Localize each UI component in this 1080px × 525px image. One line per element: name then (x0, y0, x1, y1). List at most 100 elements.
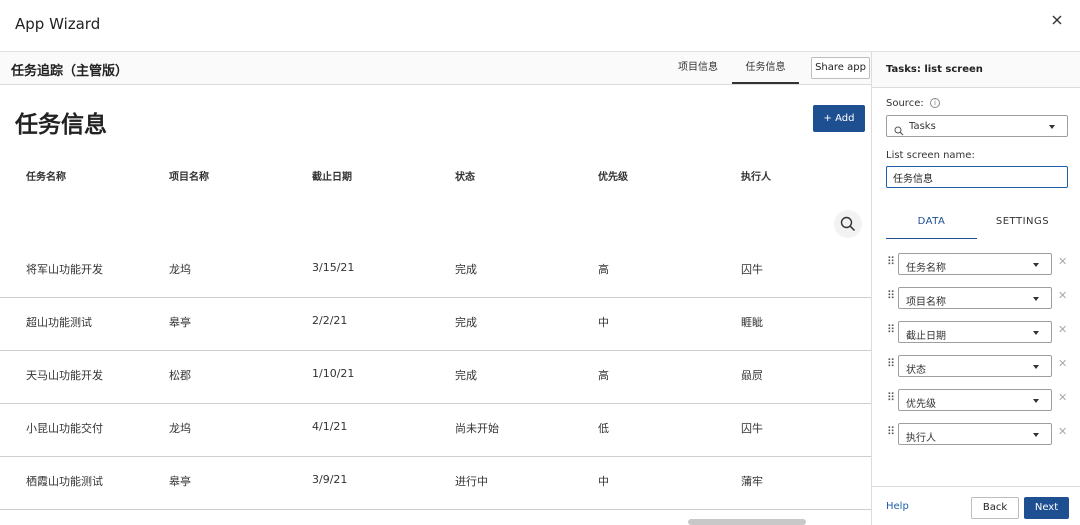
chevron-down-icon (1033, 399, 1039, 403)
list-screen-panel: Tasks: list screen Source: i Tasks List … (871, 52, 1080, 525)
table-row[interactable]: 将军山功能开发 龙坞 3/15/21 完成 高 囚牛 (0, 245, 871, 298)
field-row: ⠿ 执行人 ✕ (886, 422, 1080, 446)
field-select[interactable]: 任务名称 (898, 253, 1052, 275)
cell-assignee: 囚牛 (741, 263, 763, 276)
app-preview: 任务追踪（主管版） 项目信息 任务信息 Share app 任务信息 + Add… (0, 52, 871, 525)
cell-priority: 中 (598, 475, 609, 488)
cell-status: 完成 (455, 316, 477, 329)
column-header-priority[interactable]: 优先级 (598, 168, 628, 183)
source-value: Tasks (909, 121, 936, 132)
field-value: 任务名称 (906, 263, 946, 274)
chevron-down-icon (1033, 331, 1039, 335)
field-value: 截止日期 (906, 331, 946, 342)
column-header-project-name[interactable]: 项目名称 (169, 168, 209, 183)
field-value: 状态 (906, 365, 926, 376)
cell-task-name: 栖霞山功能测试 (26, 475, 103, 488)
horizontal-scrollbar[interactable] (688, 519, 806, 525)
tab-data[interactable]: DATA (886, 210, 977, 239)
search-icon[interactable] (834, 210, 862, 238)
cell-project-name: 皋亭 (169, 475, 191, 488)
wizard-titlebar: App Wizard (0, 0, 1080, 52)
drag-handle-icon[interactable]: ⠿ (887, 391, 895, 404)
column-header-assignee[interactable]: 执行人 (741, 168, 771, 183)
help-link[interactable]: Help (886, 501, 909, 512)
add-button[interactable]: + Add (813, 105, 865, 132)
field-select[interactable]: 项目名称 (898, 287, 1052, 309)
drag-handle-icon[interactable]: ⠿ (887, 255, 895, 268)
remove-icon[interactable]: ✕ (1058, 255, 1067, 268)
chevron-down-icon (1049, 125, 1055, 129)
field-select[interactable]: 优先级 (898, 389, 1052, 411)
page-title: 任务信息 (15, 112, 107, 138)
table-row[interactable]: 天马山功能开发 松郡 1/10/21 完成 高 赑屃 (0, 351, 871, 404)
cell-task-name: 天马山功能开发 (26, 369, 103, 382)
field-select[interactable]: 截止日期 (898, 321, 1052, 343)
cell-assignee: 睚眦 (741, 316, 763, 329)
cell-priority: 高 (598, 369, 609, 382)
cell-assignee: 赑屃 (741, 369, 763, 382)
cell-task-name: 超山功能测试 (26, 316, 92, 329)
cell-project-name: 皋亭 (169, 316, 191, 329)
cell-task-name: 将军山功能开发 (26, 263, 103, 276)
field-row: ⠿ 任务名称 ✕ (886, 252, 1080, 276)
app-header: 任务追踪（主管版） 项目信息 任务信息 Share app (0, 52, 871, 85)
list-screen-name-input[interactable] (886, 166, 1068, 188)
field-select[interactable]: 状态 (898, 355, 1052, 377)
list-screen-name-label: List screen name: (886, 150, 975, 161)
cell-task-name: 小昆山功能交付 (26, 422, 103, 435)
remove-icon[interactable]: ✕ (1058, 289, 1067, 302)
drag-handle-icon[interactable]: ⠿ (887, 357, 895, 370)
cell-status: 完成 (455, 369, 477, 382)
remove-icon[interactable]: ✕ (1058, 425, 1067, 438)
cell-priority: 中 (598, 316, 609, 329)
column-header-task-name[interactable]: 任务名称 (26, 168, 66, 183)
field-row: ⠿ 状态 ✕ (886, 354, 1080, 378)
close-icon[interactable] (1050, 12, 1064, 26)
app-name: 任务追踪（主管版） (11, 64, 129, 79)
panel-title: Tasks: list screen (886, 64, 983, 75)
cell-priority: 低 (598, 422, 609, 435)
cell-due-date: 2/2/21 (312, 314, 348, 327)
share-app-button[interactable]: Share app (811, 57, 870, 79)
cell-due-date: 3/9/21 (312, 473, 348, 486)
drag-handle-icon[interactable]: ⠿ (887, 323, 895, 336)
table-row[interactable]: 小昆山功能交付 龙坞 4/1/21 尚未开始 低 囚牛 (0, 404, 871, 457)
tab-task-info[interactable]: 任务信息 (732, 52, 799, 84)
cell-status: 完成 (455, 263, 477, 276)
cell-project-name: 龙坞 (169, 422, 191, 435)
drag-handle-icon[interactable]: ⠿ (887, 289, 895, 302)
table-row[interactable]: 超山功能测试 皋亭 2/2/21 完成 中 睚眦 (0, 298, 871, 351)
remove-icon[interactable]: ✕ (1058, 323, 1067, 336)
cell-due-date: 1/10/21 (312, 367, 355, 380)
chevron-down-icon (1033, 365, 1039, 369)
field-row: ⠿ 项目名称 ✕ (886, 286, 1080, 310)
next-button[interactable]: Next (1024, 497, 1069, 519)
cell-project-name: 龙坞 (169, 263, 191, 276)
tab-project-info[interactable]: 项目信息 (668, 52, 728, 84)
cell-status: 尚未开始 (455, 422, 499, 435)
cell-due-date: 4/1/21 (312, 420, 348, 433)
tab-settings[interactable]: SETTINGS (977, 210, 1068, 239)
cell-project-name: 松郡 (169, 369, 191, 382)
panel-header: Tasks: list screen (872, 52, 1080, 88)
chevron-down-icon (1033, 263, 1039, 267)
info-icon[interactable]: i (930, 98, 940, 108)
remove-icon[interactable]: ✕ (1058, 391, 1067, 404)
table-row[interactable]: 栖霞山功能测试 皋亭 3/9/21 进行中 中 蒲牢 (0, 457, 871, 510)
source-select[interactable]: Tasks (886, 115, 1068, 137)
wizard-title: App Wizard (15, 15, 101, 33)
panel-footer: Help Back Next (872, 486, 1080, 525)
field-value: 执行人 (906, 433, 936, 444)
chevron-down-icon (1033, 297, 1039, 301)
remove-icon[interactable]: ✕ (1058, 357, 1067, 370)
cell-assignee: 蒲牢 (741, 475, 763, 488)
column-header-due-date[interactable]: 截止日期 (312, 168, 352, 183)
field-select[interactable]: 执行人 (898, 423, 1052, 445)
drag-handle-icon[interactable]: ⠿ (887, 425, 895, 438)
field-row: ⠿ 优先级 ✕ (886, 388, 1080, 412)
chevron-down-icon (1033, 433, 1039, 437)
back-button[interactable]: Back (971, 497, 1019, 519)
search-icon (894, 121, 904, 140)
field-value: 优先级 (906, 399, 936, 410)
column-header-status[interactable]: 状态 (455, 168, 475, 183)
